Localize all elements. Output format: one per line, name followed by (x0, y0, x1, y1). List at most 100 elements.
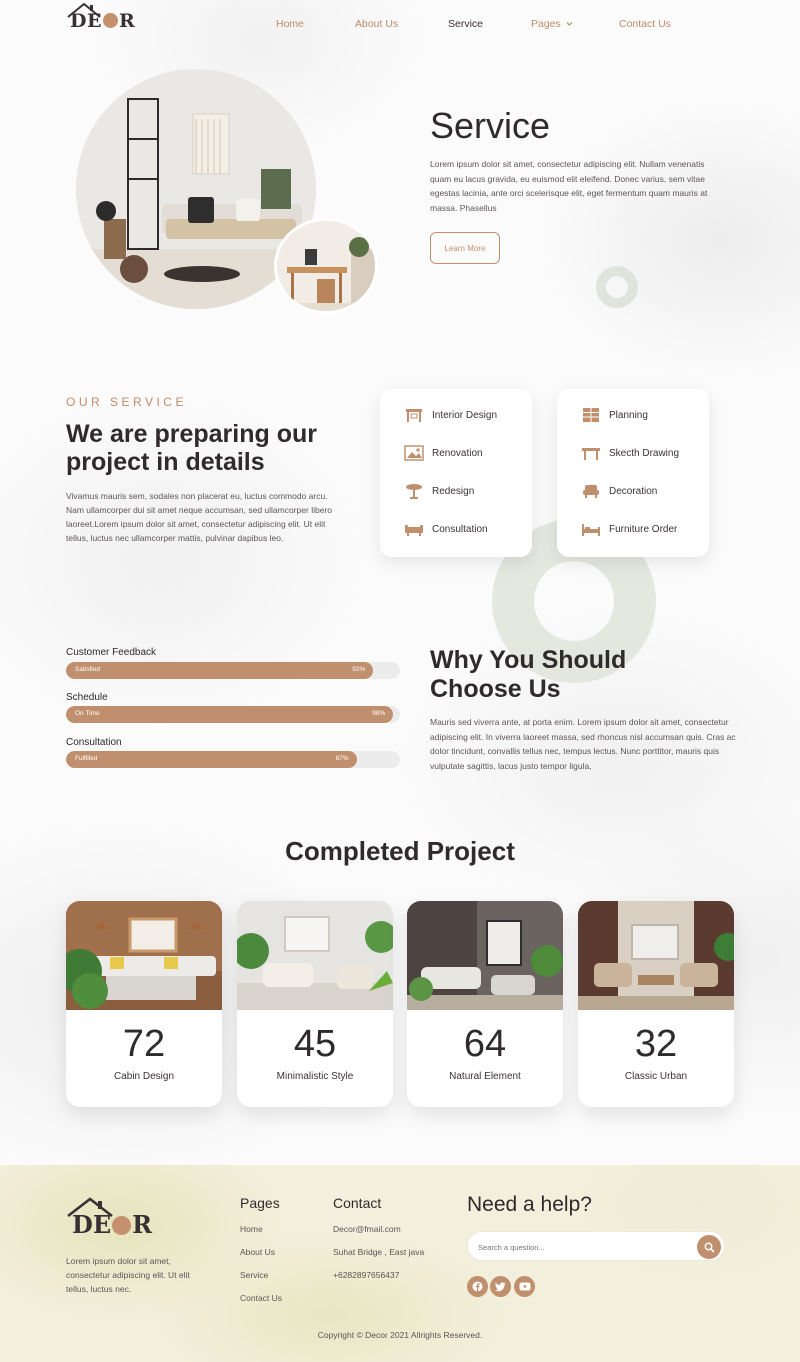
progress-status: On Time (75, 710, 100, 717)
progress-label-customer-feedback: Customer Feedback (66, 647, 157, 658)
footer-contact-email[interactable]: Decor@fmail.com (333, 1224, 401, 1234)
decoration-icon (583, 485, 599, 498)
search-icon (704, 1242, 715, 1253)
service-section-title: We are preparing our project in details (66, 420, 317, 476)
facebook-button[interactable] (467, 1276, 488, 1297)
project-card-natural-element[interactable]: 64 Natural Element (407, 901, 563, 1107)
planning-icon (583, 408, 599, 422)
service-item-label: Interior Design (432, 409, 498, 421)
furniture-order-icon (582, 524, 600, 536)
renovation-icon (404, 445, 424, 461)
service-item-label: Redesign (432, 485, 475, 497)
section-kicker: OUR SERVICE (66, 395, 187, 409)
service-item-renovation[interactable]: Renovation (404, 443, 483, 463)
main-nav: Home About Us Service Pages Contact Us (0, 18, 800, 34)
footer-contact-address: Suhat Bridge , East java (333, 1247, 425, 1257)
copyright-text: Copyright © Decor 2021 Allrights Reserve… (317, 1330, 483, 1340)
project-count: 64 (463, 1023, 507, 1065)
twitter-button[interactable] (490, 1276, 511, 1297)
redesign-icon (406, 484, 422, 499)
service-item-planning[interactable]: Planning (581, 405, 648, 425)
service-item-label: Renovation (432, 447, 483, 459)
sketch-drawing-icon (582, 448, 600, 460)
consultation-icon (405, 525, 423, 536)
search-input[interactable] (478, 1238, 688, 1256)
nav-home[interactable]: Home (276, 18, 304, 30)
project-card-minimalistic-style[interactable]: 45 Minimalistic Style (237, 901, 393, 1107)
footer-link-about-us[interactable]: About Us (240, 1247, 275, 1257)
progress-percent: 87% (335, 755, 349, 762)
project-image (578, 901, 734, 1010)
footer-link-home[interactable]: Home (240, 1224, 263, 1234)
learn-more-button[interactable]: Learn More (430, 232, 500, 264)
hero-study-room-image (274, 218, 378, 314)
nav-service[interactable]: Service (448, 18, 483, 30)
completed-project-title: Completed Project (285, 836, 515, 866)
progress-bar-schedule: On Time 98% (66, 706, 400, 723)
nav-about-us[interactable]: About Us (355, 18, 398, 30)
footer-link-service[interactable]: Service (240, 1270, 268, 1280)
service-card-1: Interior Design Renovation Redesign Cons… (380, 389, 532, 557)
service-item-label: Skecth Drawing (609, 447, 680, 459)
project-image (407, 901, 563, 1010)
nav-contact-us[interactable]: Contact Us (619, 18, 671, 30)
progress-percent: 92% (352, 666, 366, 673)
service-item-label: Furniture Order (609, 523, 678, 535)
project-label: Minimalistic Style (276, 1071, 354, 1082)
why-choose-us-title: Why You Should Choose Us (430, 646, 627, 703)
hero-text: Lorem ipsum dolor sit amet, consectetur … (430, 159, 708, 213)
progress-bar-customer-feedback: Satisfied 92% (66, 662, 400, 679)
service-section-text: Vivamus mauris sem, sodales non placerat… (66, 491, 332, 543)
footer-about-text: Lorem ipsum dolor sit amet, consectetur … (66, 1256, 190, 1294)
progress-label-schedule: Schedule (66, 692, 108, 703)
progress-bar-consultation: Fulfilled 87% (66, 751, 400, 768)
search-box (467, 1231, 725, 1261)
project-label: Cabin Design (113, 1071, 175, 1082)
service-card-2: Planning Skecth Drawing Decoration Furni… (557, 389, 709, 557)
facebook-icon (472, 1281, 483, 1292)
footer-link-contact-us[interactable]: Contact Us (240, 1293, 282, 1303)
project-count: 32 (634, 1023, 678, 1065)
footer-pages-title: Pages (240, 1195, 280, 1211)
search-button[interactable] (697, 1235, 721, 1259)
progress-fill: Fulfilled 87% (66, 751, 357, 768)
service-item-redesign[interactable]: Redesign (404, 481, 474, 501)
progress-percent: 98% (372, 710, 386, 717)
project-image (237, 901, 393, 1010)
nav-pages[interactable]: Pages (531, 18, 573, 30)
chevron-down-icon (566, 22, 573, 26)
footer-logo[interactable]: DE R (66, 1197, 166, 1239)
project-card-classic-urban[interactable]: 32 Classic Urban (578, 901, 734, 1107)
progress-status: Satisfied (75, 666, 100, 673)
project-label: Classic Urban (624, 1071, 688, 1082)
progress-label-consultation: Consultation (66, 737, 122, 748)
hero-title: Service (430, 105, 551, 146)
project-image (66, 901, 222, 1010)
twitter-icon (495, 1281, 506, 1291)
youtube-icon (519, 1282, 530, 1291)
progress-status: Fulfilled (75, 755, 98, 762)
project-count: 45 (293, 1023, 337, 1065)
decorative-ring (596, 266, 638, 308)
service-item-label: Consultation (432, 523, 488, 535)
page: DE R Home About Us Service Pages Contact … (0, 0, 800, 1362)
project-card-cabin-design[interactable]: 72 Cabin Design (66, 901, 222, 1107)
progress-fill: On Time 98% (66, 706, 394, 723)
project-label: Natural Element (449, 1071, 521, 1082)
help-title: Need a help? (467, 1193, 592, 1216)
footer-contact-title: Contact (333, 1195, 382, 1211)
footer-logo-text: DE R (72, 1210, 153, 1239)
service-item-furniture-order[interactable]: Furniture Order (581, 519, 677, 539)
service-item-sketch-drawing[interactable]: Skecth Drawing (581, 443, 679, 463)
youtube-button[interactable] (514, 1276, 535, 1297)
service-item-label: Decoration (609, 485, 658, 497)
progress-fill: Satisfied 92% (66, 662, 374, 679)
nav-pages-label: Pages (531, 18, 561, 30)
service-item-consultation[interactable]: Consultation (404, 519, 488, 539)
interior-design-icon (406, 409, 422, 422)
service-item-decoration[interactable]: Decoration (581, 481, 657, 501)
why-choose-us-text: Mauris sed viverra ante, at porta enim. … (430, 717, 736, 771)
footer-contact-phone[interactable]: +6282897656437 (333, 1270, 399, 1280)
project-count: 72 (122, 1023, 166, 1065)
service-item-interior-design[interactable]: Interior Design (404, 405, 497, 425)
